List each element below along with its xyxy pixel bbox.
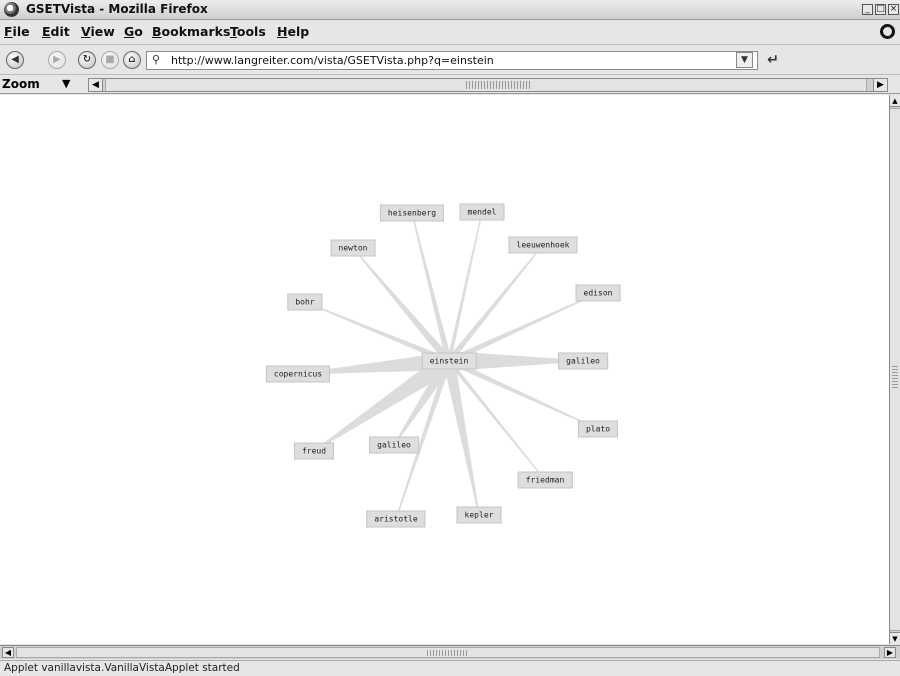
- stop-icon[interactable]: ■: [101, 51, 119, 69]
- zoom-slider[interactable]: ◀ ▶: [88, 78, 888, 92]
- url-text: http://www.langreiter.com/vista/GSETVist…: [171, 54, 494, 67]
- menu-file[interactable]: File: [4, 24, 30, 39]
- graph-node-bohr[interactable]: bohr: [287, 293, 323, 311]
- scroll-right-icon[interactable]: ▶: [884, 647, 896, 658]
- chevron-down-icon[interactable]: ▼: [736, 52, 753, 68]
- graph-node-edison[interactable]: edison: [575, 284, 621, 302]
- zoom-left-arrow-icon[interactable]: ◀: [89, 79, 103, 91]
- graph-node-kepler[interactable]: kepler: [456, 506, 502, 524]
- zoom-label: Zoom: [2, 77, 40, 91]
- scroll-up-icon[interactable]: ▲: [890, 95, 900, 107]
- graph-node-newton[interactable]: newton: [330, 239, 376, 257]
- graph-node-galileo[interactable]: galileo: [369, 436, 419, 454]
- zoom-slider-thumb[interactable]: [105, 79, 867, 91]
- menu-tools[interactable]: Tools: [230, 24, 266, 39]
- reload-icon[interactable]: ↻: [78, 51, 96, 69]
- close-icon[interactable]: ×: [888, 4, 899, 15]
- minimize-icon[interactable]: _: [862, 4, 873, 15]
- maximize-icon[interactable]: □: [875, 4, 886, 15]
- menu-bar: File Edit View Go Bookmarks Tools Help: [0, 20, 900, 45]
- window-title: GSETVista - Mozilla Firefox: [26, 2, 208, 16]
- vertical-scrollbar[interactable]: ▲ ▼: [889, 95, 900, 644]
- go-icon[interactable]: ↵: [763, 51, 783, 69]
- url-field[interactable]: ⚲ http://www.langreiter.com/vista/GSETVi…: [146, 51, 758, 70]
- menu-edit[interactable]: Edit: [42, 24, 70, 39]
- zoom-right-arrow-icon[interactable]: ▶: [873, 79, 887, 91]
- graph-node-center[interactable]: einstein: [421, 352, 477, 370]
- scroll-left-icon[interactable]: ◀: [2, 647, 14, 658]
- graph-node-galileo[interactable]: galileo: [558, 352, 608, 370]
- browser-window: GSETVista - Mozilla Firefox _ □ × File E…: [0, 0, 900, 676]
- menu-bookmarks[interactable]: Bookmarks: [152, 24, 230, 39]
- graph-canvas: [297, 211, 599, 520]
- graph-node-heisenberg[interactable]: heisenberg: [379, 204, 445, 222]
- graph-node-plato[interactable]: plato: [577, 420, 619, 438]
- graph-node-mendel[interactable]: mendel: [459, 203, 505, 221]
- forward-icon[interactable]: ▶: [48, 51, 66, 69]
- throbber-icon: [880, 24, 895, 39]
- menu-help[interactable]: Help: [277, 24, 309, 39]
- back-icon[interactable]: ◀: [6, 51, 24, 69]
- grip-icon: [892, 364, 898, 388]
- grip-icon: [466, 81, 530, 89]
- navigation-toolbar: ◀ ▶ ↻ ■ ⌂ ⚲ http://www.langreiter.com/vi…: [0, 45, 900, 75]
- graph-node-freud[interactable]: freud: [293, 442, 335, 460]
- horizontal-scrollbar[interactable]: ◀ ▶: [0, 645, 900, 659]
- zoom-toolbar: Zoom ▼ ◀ ▶: [0, 76, 900, 94]
- horizontal-scroll-thumb[interactable]: [16, 647, 880, 658]
- graph-node-copernicus[interactable]: copernicus: [265, 365, 331, 383]
- title-bar: GSETVista - Mozilla Firefox _ □ ×: [0, 0, 900, 20]
- graph-node-leeuwenhoek[interactable]: leeuwenhoek: [508, 236, 578, 254]
- zoom-dropdown-icon[interactable]: ▼: [62, 77, 70, 90]
- graph-node-friedman[interactable]: friedman: [517, 471, 573, 489]
- grip-icon: [427, 650, 467, 656]
- graph-node-aristotle[interactable]: aristotle: [366, 510, 426, 528]
- scroll-down-icon[interactable]: ▼: [890, 632, 900, 644]
- vertical-scroll-thumb[interactable]: [890, 108, 900, 631]
- status-bar: Applet vanillavista.VanillaVistaApplet s…: [0, 660, 900, 676]
- applet-content: heisenberg mendel newton leeuwenhoek bohr edi…: [0, 95, 889, 644]
- home-icon[interactable]: ⌂: [123, 51, 141, 69]
- status-text: Applet vanillavista.VanillaVistaApplet s…: [4, 662, 240, 674]
- firefox-app-icon: [4, 2, 19, 17]
- menu-go[interactable]: Go: [124, 24, 143, 39]
- menu-view[interactable]: View: [81, 24, 115, 39]
- edge-einstein-kepler-13: [443, 359, 480, 516]
- site-icon: ⚲: [152, 53, 161, 66]
